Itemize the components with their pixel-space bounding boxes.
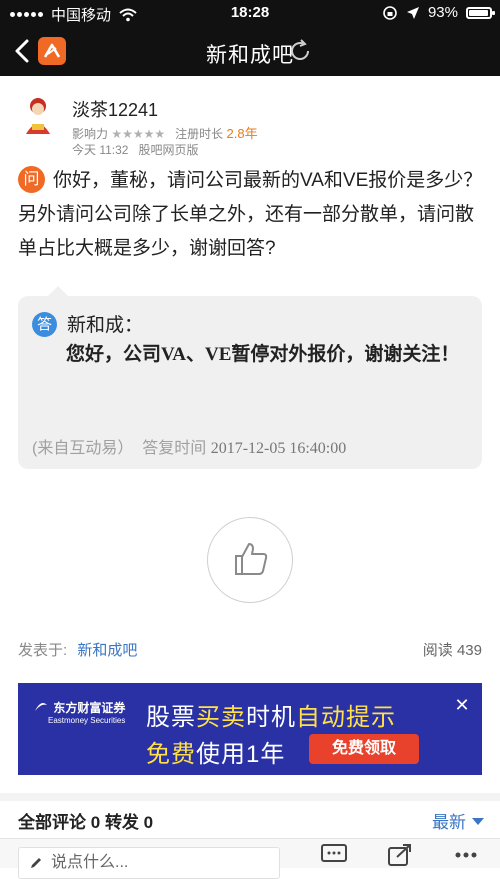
answer-time: 2017-12-05 16:40:00 xyxy=(210,440,347,457)
ad-l2a: 免费 xyxy=(146,741,196,768)
battery-icon xyxy=(466,6,495,19)
location-icon xyxy=(406,6,419,19)
forward-label: 转发 xyxy=(104,813,139,832)
answer-box-tail xyxy=(48,286,68,296)
username[interactable]: 淡茶12241 xyxy=(72,96,158,122)
comments-header: 全部评论 0 转发 0 xyxy=(18,808,153,833)
ad-headline-2: 免费使用1年 xyxy=(146,734,285,769)
ad-brand-name: 东方财富证券 xyxy=(53,701,126,715)
ad-brand: 东方财富证券 xyxy=(34,699,125,716)
answer-meta: (来自互动易） 答复时间 2017-12-05 16:40:00 xyxy=(32,434,346,458)
answer-company: 新和成： xyxy=(67,315,144,336)
battery-percent: 93% xyxy=(427,4,458,21)
forward-count: 0 xyxy=(143,813,154,832)
refresh-icon[interactable] xyxy=(287,38,313,64)
ad-l1a: 股票 xyxy=(146,704,196,731)
ad-headline-1: 股票买卖时机自动提示 xyxy=(146,697,396,732)
ad-l1b: 买卖 xyxy=(196,704,246,731)
user-meta: 影响力 ★★★★★ 注册时长 2.8年 xyxy=(72,123,258,142)
ad-banner[interactable]: 东方财富证券 Eastmoney Securities 股票买卖时机自动提示 免… xyxy=(18,683,482,775)
answer-reply-label: 答复时间 xyxy=(142,440,207,457)
sort-dropdown[interactable]: 最新 xyxy=(432,808,484,833)
posted-in-bar-link[interactable]: 新和成吧 xyxy=(77,642,137,659)
answer-badge: 答 xyxy=(32,312,57,337)
read-label: 阅读 xyxy=(422,642,453,659)
comment-icon[interactable] xyxy=(320,843,348,867)
ad-brand-logo-icon xyxy=(35,703,47,711)
question-text: 你好，董秘，请问公司最新的VA和VE报价是多少？另外请问公司除了长单之外，还有一… xyxy=(18,170,483,259)
all-comments-count: 0 xyxy=(90,813,101,832)
ad-cta-button[interactable]: 免费领取 xyxy=(309,734,419,764)
nav-bar: 新和成吧 xyxy=(0,26,500,76)
ad-brand-en: Eastmoney Securities xyxy=(48,716,126,725)
post-meta: 今天 11:32 股吧网页版 xyxy=(72,141,199,158)
page-title: 新和成吧 xyxy=(206,44,294,67)
question-badge: 问 xyxy=(18,166,45,193)
ad-close-icon[interactable]: ✕ xyxy=(452,695,472,715)
avatar[interactable] xyxy=(20,96,56,136)
read-count-value: 439 xyxy=(456,642,482,659)
ad-l2b: 使用1年 xyxy=(196,741,286,768)
sort-label: 最新 xyxy=(432,813,466,832)
all-comments-label: 全部评论 xyxy=(18,813,86,832)
share-icon[interactable] xyxy=(386,843,414,867)
like-button[interactable] xyxy=(207,517,293,603)
rotation-lock-icon xyxy=(383,5,397,20)
ad-l1c: 时机 xyxy=(246,704,296,731)
posted-in: 发表于: 新和成吧 xyxy=(18,639,137,660)
answer-text: 您好，公司VA、VE暂停对外报价，谢谢关注！ xyxy=(66,344,460,365)
section-divider xyxy=(0,793,500,801)
posted-in-label: 发表于: xyxy=(18,642,68,659)
answer-source: (来自互动易） xyxy=(32,440,134,457)
top-bar: 中国移动 18:28 93% 新和成吧 xyxy=(0,0,500,76)
chevron-down-icon xyxy=(472,818,484,825)
bottom-bar: 说点什么... xyxy=(0,838,500,879)
status-bar: 中国移动 18:28 93% xyxy=(0,0,500,26)
reg-value: 2.8年 xyxy=(226,126,258,141)
read-count: 阅读 439 xyxy=(423,639,482,660)
ad-l1d: 自动提示 xyxy=(296,704,396,731)
more-icon[interactable] xyxy=(452,843,480,867)
answer-box: 答 新和成： 您好，公司VA、VE暂停对外报价，谢谢关注！ (来自互动易） 答复… xyxy=(18,286,482,469)
comment-input-placeholder: 说点什么... xyxy=(51,854,129,871)
post-date: 今天 11:32 xyxy=(72,143,129,157)
question-text-block: 问你好，董秘，请问公司最新的VA和VE报价是多少？另外请问公司除了长单之外，还有… xyxy=(18,164,484,266)
comment-input[interactable]: 说点什么... xyxy=(18,847,280,879)
post-source: 股吧网页版 xyxy=(138,143,199,157)
influence-label: 影响力 xyxy=(72,127,109,141)
thumbs-up-icon xyxy=(235,543,268,575)
influence-stars: ★★★★★ xyxy=(111,127,166,141)
reg-label: 注册时长 xyxy=(175,127,224,141)
